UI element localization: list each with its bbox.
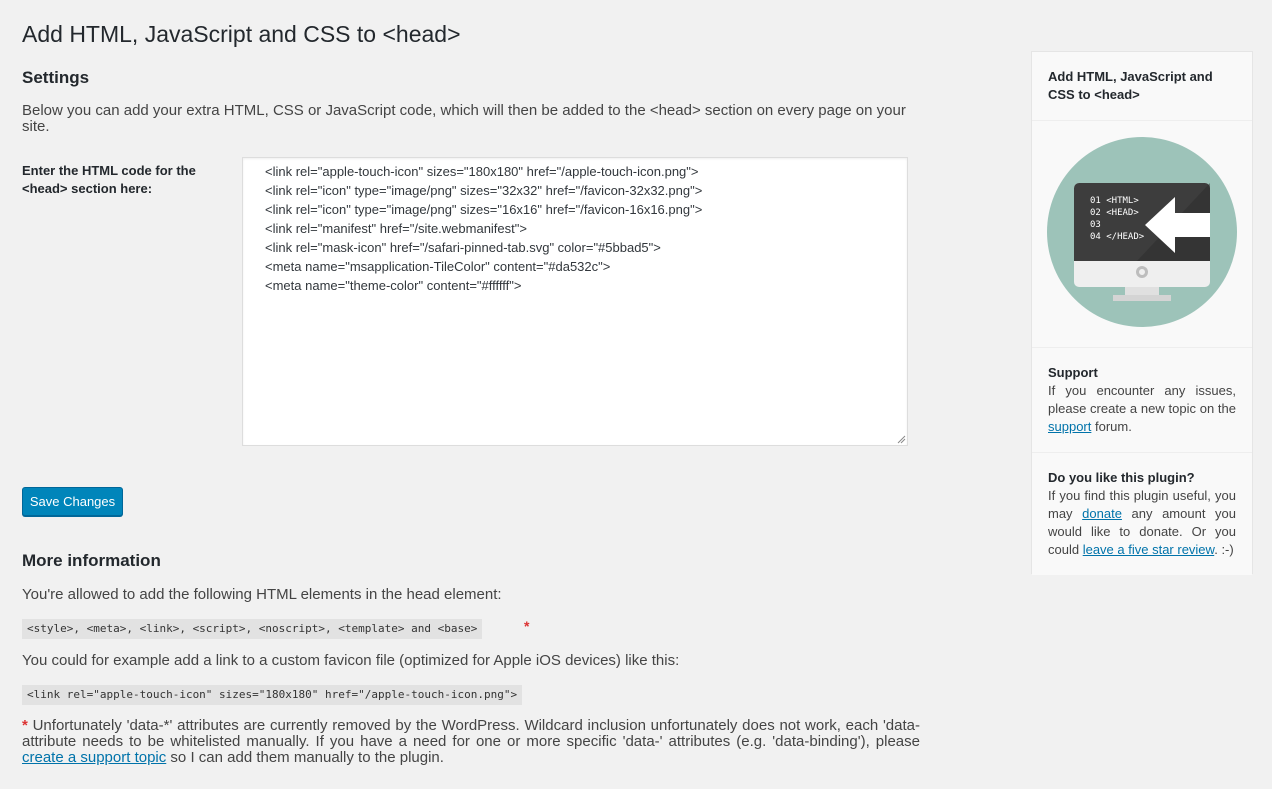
- settings-intro: Below you can add your extra HTML, CSS o…: [22, 102, 906, 135]
- code-line: <link rel="apple-touch-icon" sizes="180x…: [265, 164, 699, 179]
- plugin-sidebar: Add HTML, JavaScript and CSS to <head> 0…: [1031, 51, 1253, 575]
- like-plugin-section: Do you like this plugin? If you find thi…: [1032, 453, 1252, 575]
- support-text-after: forum.: [1091, 419, 1132, 434]
- donate-link[interactable]: donate: [1082, 506, 1122, 521]
- head-code-textarea[interactable]: <link rel="apple-touch-icon" sizes="180x…: [242, 157, 908, 446]
- like-text-3: . :-): [1214, 542, 1234, 557]
- page: Add HTML, JavaScript and CSS to <head> S…: [0, 0, 1272, 789]
- support-text-before: If you encounter any issues, please crea…: [1048, 383, 1236, 416]
- illustration-code-line: 03: [1090, 220, 1101, 230]
- data-attributes-note: * Unfortunately 'data-*' attributes are …: [22, 718, 920, 766]
- code-line: <link rel="manifest" href="/site.webmani…: [265, 221, 527, 236]
- page-title: Add HTML, JavaScript and CSS to <head>: [22, 21, 461, 47]
- like-plugin-text: If you find this plugin useful, you may …: [1048, 487, 1236, 559]
- illustration-code-line: 02 <HEAD>: [1090, 208, 1139, 218]
- code-line: <meta name="msapplication-TileColor" con…: [265, 259, 611, 274]
- note-tail: so I can add them manually to the plugin…: [166, 749, 444, 766]
- allowed-elements-text: You're allowed to add the following HTML…: [22, 586, 502, 603]
- support-heading: Support: [1048, 365, 1098, 380]
- sidebar-title: Add HTML, JavaScript and CSS to <head>: [1032, 52, 1252, 121]
- example-code: <link rel="apple-touch-icon" sizes="180x…: [22, 685, 523, 705]
- code-line: <meta name="theme-color" content="#fffff…: [265, 278, 522, 293]
- illustration-code-line: 01 <HTML>: [1090, 196, 1139, 206]
- required-asterisk: *: [524, 618, 530, 634]
- create-support-topic-link[interactable]: create a support topic: [22, 749, 166, 766]
- code-line: <link rel="icon" type="image/png" sizes=…: [265, 202, 703, 217]
- like-plugin-heading: Do you like this plugin?: [1048, 470, 1195, 485]
- allowed-elements-code: <style>, <meta>, <link>, <script>, <nosc…: [22, 619, 483, 639]
- more-info-heading: More information: [22, 551, 161, 570]
- note-text: Unfortunately 'data-*' attributes are cu…: [22, 717, 920, 750]
- support-forum-link[interactable]: support: [1048, 419, 1091, 434]
- example-text: You could for example add a link to a cu…: [22, 652, 680, 669]
- save-changes-button[interactable]: Save Changes: [22, 487, 123, 516]
- plugin-illustration: 01 <HTML> 02 <HEAD> 03 04 </HEAD>: [1032, 121, 1252, 348]
- monitor-illustration-icon: 01 <HTML> 02 <HEAD> 03 04 </HEAD>: [1047, 137, 1237, 327]
- head-code-label: Enter the HTML code for the <head> secti…: [22, 163, 196, 196]
- code-line: <link rel="icon" type="image/png" sizes=…: [265, 183, 703, 198]
- five-star-review-link[interactable]: leave a five star review: [1083, 542, 1215, 557]
- illustration-code-line: 04 </HEAD>: [1090, 232, 1145, 242]
- support-text: If you encounter any issues, please crea…: [1048, 382, 1236, 436]
- support-section: Support If you encounter any issues, ple…: [1032, 348, 1252, 453]
- settings-heading: Settings: [22, 68, 90, 87]
- resize-handle-icon[interactable]: [897, 435, 906, 444]
- code-line: <link rel="mask-icon" href="/safari-pinn…: [265, 240, 661, 255]
